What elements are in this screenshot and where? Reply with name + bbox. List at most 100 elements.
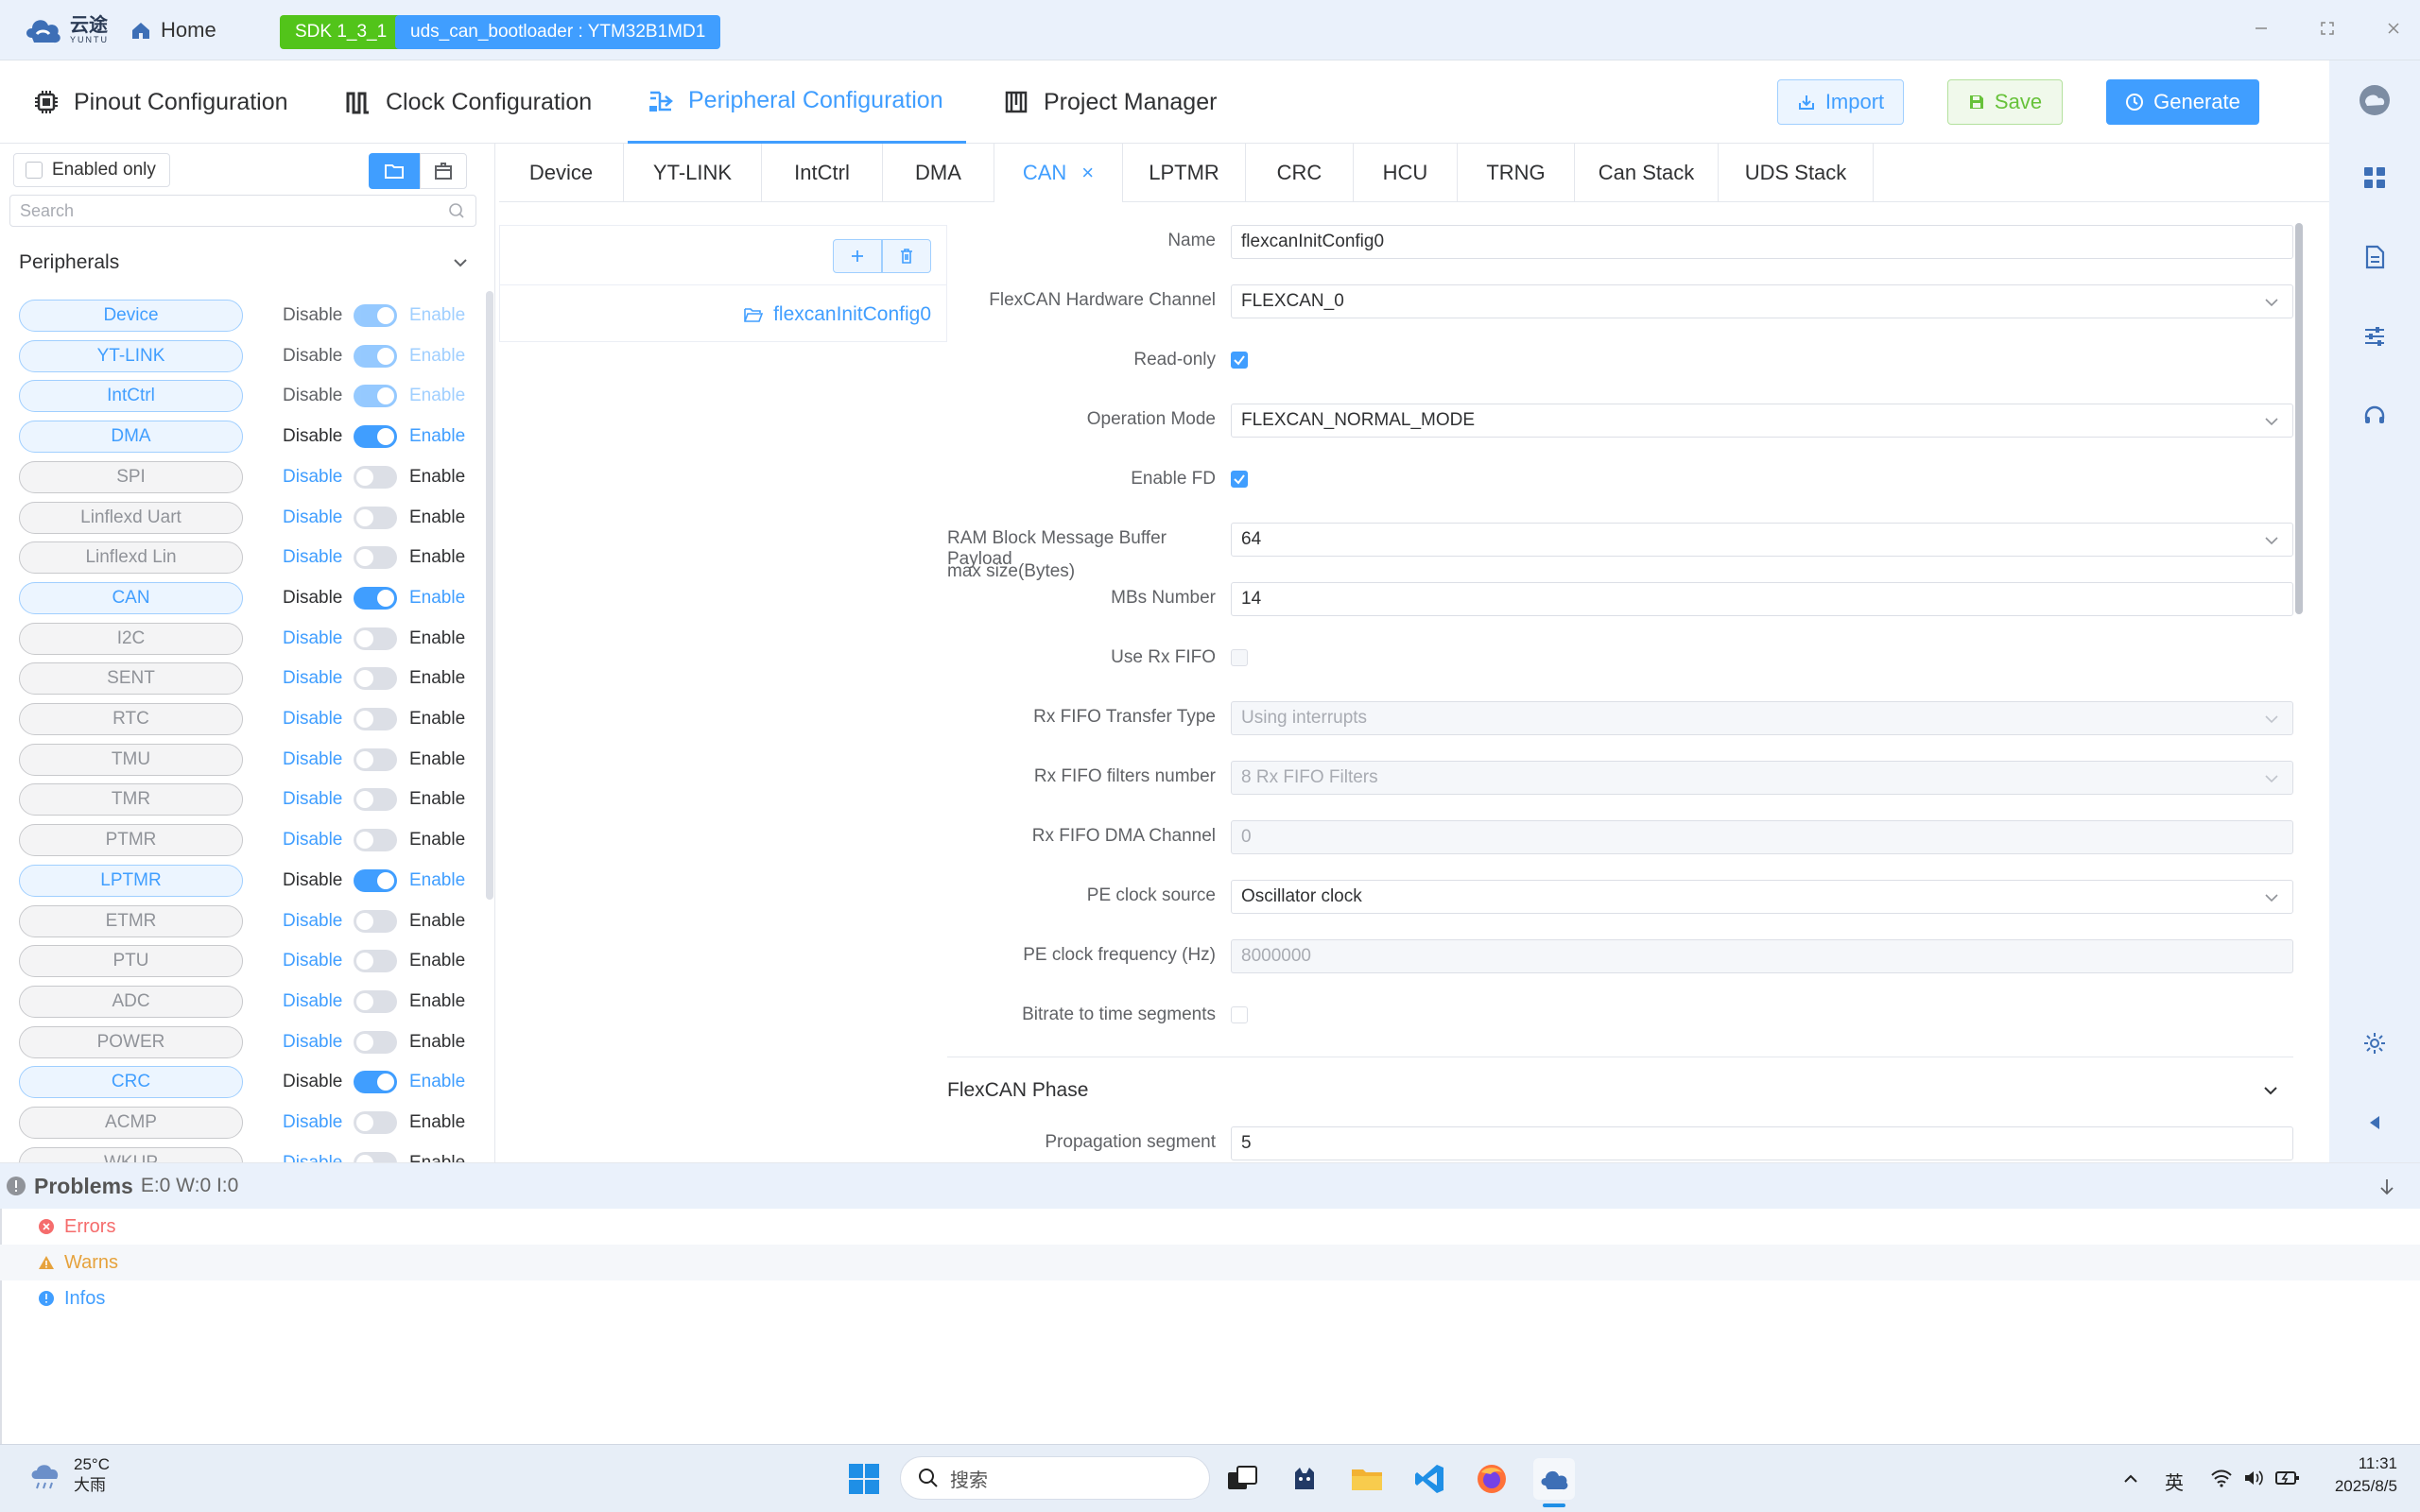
taskbar-search[interactable]: 搜索 xyxy=(900,1456,1210,1500)
enable-toggle[interactable] xyxy=(354,345,397,368)
peripheral-pill[interactable]: I2C xyxy=(19,623,243,655)
sidebar-scrollbar[interactable] xyxy=(486,291,493,900)
tab-project-manager[interactable]: Project Manager xyxy=(983,60,1236,144)
enable-toggle[interactable] xyxy=(354,385,397,407)
peripheral-pill[interactable]: IntCtrl xyxy=(19,380,243,412)
add-config-button[interactable] xyxy=(833,239,882,273)
peripheral-pill[interactable]: TMR xyxy=(19,783,243,816)
hw-channel-select[interactable]: FLEXCAN_0 xyxy=(1231,284,2293,318)
search-input[interactable] xyxy=(9,195,476,227)
user-avatar[interactable] xyxy=(2356,81,2394,119)
document-button[interactable] xyxy=(2358,240,2392,274)
close-tab-icon[interactable]: × xyxy=(1081,161,1094,185)
enable-toggle[interactable] xyxy=(354,748,397,771)
peripheral-pill[interactable]: CRC xyxy=(19,1066,243,1098)
peripheral-pill[interactable]: Linflexd Uart xyxy=(19,502,243,534)
peripheral-tab[interactable]: IntCtrl xyxy=(762,144,883,202)
enable-toggle[interactable] xyxy=(354,587,397,610)
peripheral-pill[interactable]: Linflexd Lin xyxy=(19,541,243,574)
close-window-button[interactable] xyxy=(2371,8,2416,49)
enable-toggle[interactable] xyxy=(354,829,397,851)
pe-clock-source-select[interactable]: Oscillator clock xyxy=(1231,880,2293,914)
view-toggle-group[interactable] xyxy=(420,153,467,189)
enable-fd-checkbox[interactable] xyxy=(1231,471,1248,488)
peripheral-pill[interactable]: PTMR xyxy=(19,824,243,856)
peripheral-tab[interactable]: DMA xyxy=(883,144,994,202)
enable-toggle[interactable] xyxy=(354,1111,397,1134)
peripheral-tab[interactable]: LPTMR xyxy=(1123,144,1246,202)
peripheral-tab[interactable]: Can Stack xyxy=(1575,144,1719,202)
enable-toggle[interactable] xyxy=(354,990,397,1013)
enable-toggle[interactable] xyxy=(354,546,397,569)
form-scrollbar[interactable] xyxy=(2295,223,2303,614)
enabled-only-checkbox[interactable]: Enabled only xyxy=(13,153,170,187)
enable-toggle[interactable] xyxy=(354,304,397,327)
enable-toggle[interactable] xyxy=(354,466,397,489)
system-clock[interactable]: 11:31 2025/8/5 xyxy=(2307,1452,2397,1498)
enable-toggle[interactable] xyxy=(354,1152,397,1162)
import-button[interactable]: Import xyxy=(1777,79,1904,125)
problems-infos[interactable]: Infos xyxy=(0,1280,2420,1316)
enable-toggle[interactable] xyxy=(354,1071,397,1093)
view-toggle-list[interactable] xyxy=(369,153,420,189)
enable-toggle[interactable] xyxy=(354,627,397,650)
peripheral-tab[interactable]: UDS Stack xyxy=(1719,144,1874,202)
peripheral-tab[interactable]: Device xyxy=(499,144,624,202)
chevron-down-icon[interactable] xyxy=(2261,1081,2280,1100)
problems-errors[interactable]: Errors xyxy=(0,1209,2420,1245)
peripheral-pill[interactable]: LPTMR xyxy=(19,865,243,897)
enable-toggle[interactable] xyxy=(354,910,397,933)
volume-icon[interactable] xyxy=(2242,1468,2265,1488)
peripheral-tab[interactable]: YT-LINK xyxy=(624,144,762,202)
battery-icon[interactable] xyxy=(2274,1468,2301,1488)
peripheral-pill[interactable]: ACMP xyxy=(19,1107,243,1139)
operation-mode-select[interactable]: FLEXCAN_NORMAL_MODE xyxy=(1231,404,2293,438)
minimize-button[interactable] xyxy=(2238,8,2284,49)
rx-fifo-transfer-select[interactable]: Using interrupts xyxy=(1231,701,2293,735)
peripheral-pill[interactable]: ADC xyxy=(19,986,243,1018)
peripheral-pill[interactable]: TMU xyxy=(19,744,243,776)
maximize-button[interactable] xyxy=(2305,8,2350,49)
peripheral-tab[interactable]: TRNG xyxy=(1458,144,1575,202)
peripheral-pill[interactable]: CAN xyxy=(19,582,243,614)
start-button[interactable] xyxy=(843,1458,885,1500)
support-button[interactable] xyxy=(2358,399,2392,433)
peripheral-pill[interactable]: SPI xyxy=(19,461,243,493)
tab-pinout-configuration[interactable]: Pinout Configuration xyxy=(13,60,307,144)
taskbar-app-vscode[interactable] xyxy=(1409,1458,1450,1500)
peripheral-pill[interactable]: DMA xyxy=(19,421,243,453)
pe-clock-frequency-input[interactable]: 8000000 xyxy=(1231,939,2293,973)
problems-header[interactable]: Problems E:0 W:0 I:0 xyxy=(0,1163,2420,1209)
settings-button[interactable] xyxy=(2358,1026,2392,1060)
taskbar-app-firefox[interactable] xyxy=(1471,1458,1512,1500)
rx-fifo-filters-select[interactable]: 8 Rx FIFO Filters xyxy=(1231,761,2293,795)
settings-sliders-button[interactable] xyxy=(2358,319,2392,353)
weather-widget[interactable]: 25°C 大雨 xyxy=(26,1454,110,1496)
save-button[interactable]: Save xyxy=(1947,79,2063,125)
ime-indicator[interactable]: 英 xyxy=(2165,1468,2184,1495)
taskbar-app-explorer[interactable] xyxy=(1346,1458,1388,1500)
peripheral-tab[interactable]: CRC xyxy=(1246,144,1354,202)
checkbox-box[interactable] xyxy=(26,162,43,179)
problems-warns[interactable]: Warns xyxy=(0,1245,2420,1280)
chevron-up-icon[interactable] xyxy=(2121,1469,2140,1488)
task-view-button[interactable] xyxy=(1221,1458,1263,1500)
collapse-rail-button[interactable] xyxy=(2358,1106,2392,1140)
enable-toggle[interactable] xyxy=(354,507,397,529)
propagation-segment-input[interactable]: 5 xyxy=(1231,1126,2293,1160)
enable-toggle[interactable] xyxy=(354,950,397,972)
mbs-number-input[interactable]: 14 xyxy=(1231,582,2293,616)
name-input[interactable]: flexcanInitConfig0 xyxy=(1231,225,2293,259)
peripheral-pill[interactable]: PTU xyxy=(19,945,243,977)
peripheral-pill[interactable]: ETMR xyxy=(19,905,243,937)
enable-toggle[interactable] xyxy=(354,708,397,730)
peripheral-pill[interactable]: Device xyxy=(19,300,243,332)
bitrate-segments-checkbox[interactable] xyxy=(1231,1006,1248,1023)
enable-toggle[interactable] xyxy=(354,667,397,690)
enable-toggle[interactable] xyxy=(354,425,397,448)
enable-toggle[interactable] xyxy=(354,788,397,811)
flexcan-phase-title[interactable]: FlexCAN Phase xyxy=(947,1079,1088,1102)
peripheral-pill[interactable]: WKUP xyxy=(19,1147,243,1162)
wifi-icon[interactable] xyxy=(2210,1468,2233,1488)
rx-fifo-dma-input[interactable]: 0 xyxy=(1231,820,2293,854)
